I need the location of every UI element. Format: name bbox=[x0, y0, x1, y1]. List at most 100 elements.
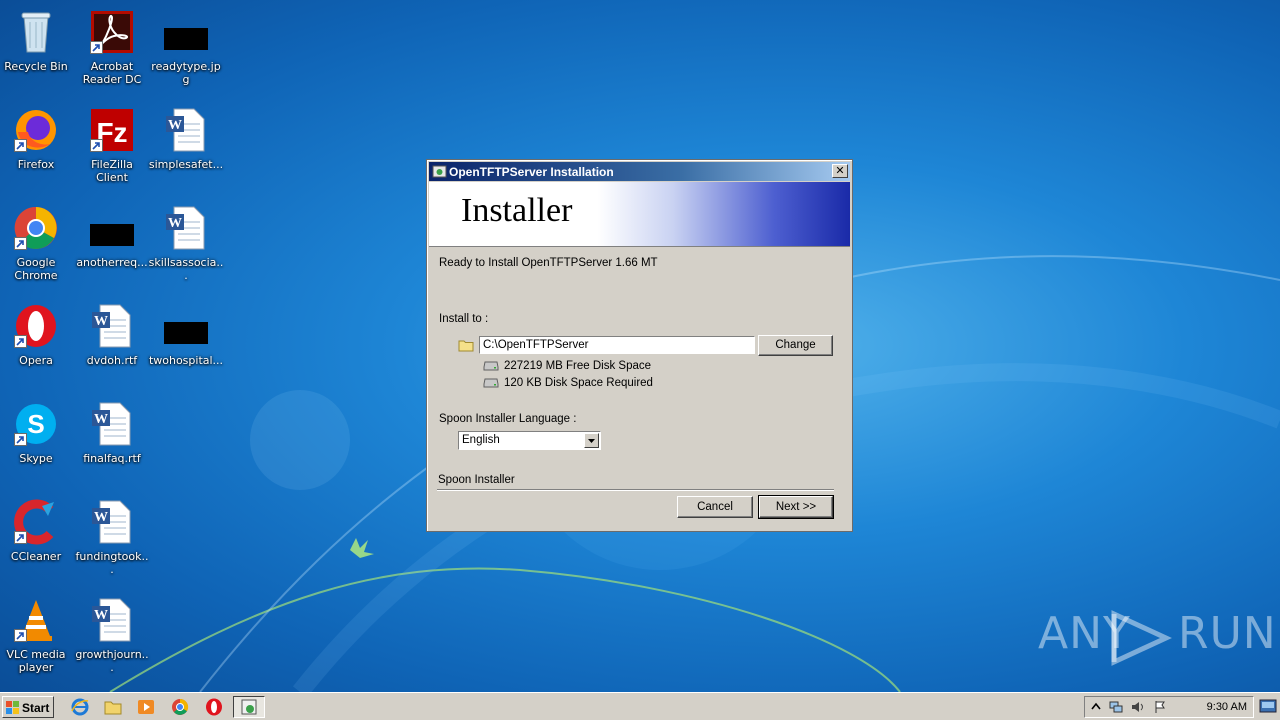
icon-label: CCleaner bbox=[10, 550, 62, 563]
installer-dialog: OpenTFTPServer Installation ✕ Installer … bbox=[426, 159, 853, 532]
desktop-icon-chrome[interactable]: Google Chrome bbox=[0, 204, 74, 282]
chevron-down-icon bbox=[588, 439, 595, 443]
windows-logo-icon bbox=[6, 701, 19, 714]
image-file-icon bbox=[90, 224, 134, 246]
desktop-icon-opera[interactable]: Opera bbox=[0, 302, 74, 367]
media-player-icon[interactable] bbox=[137, 698, 155, 716]
svg-text:W: W bbox=[94, 314, 108, 329]
shortcut-arrow-icon bbox=[14, 629, 27, 642]
shortcut-arrow-icon bbox=[14, 139, 27, 152]
footer-label: Spoon Installer bbox=[438, 474, 515, 486]
banner-title: Installer bbox=[461, 192, 573, 229]
internet-explorer-icon[interactable] bbox=[71, 698, 89, 716]
shortcut-arrow-icon bbox=[14, 531, 27, 544]
shortcut-arrow-icon bbox=[90, 41, 103, 54]
footer-divider bbox=[437, 489, 834, 491]
language-select[interactable]: English bbox=[458, 431, 601, 450]
word-document-icon: W bbox=[92, 500, 131, 544]
shortcut-arrow-icon bbox=[90, 139, 103, 152]
icon-label: Recycle Bin bbox=[4, 60, 68, 73]
svg-text:W: W bbox=[94, 608, 108, 623]
desktop-icon-dvdoh[interactable]: W dvdoh.rtf bbox=[74, 302, 150, 367]
dialog-title: OpenTFTPServer Installation bbox=[449, 165, 614, 179]
action-center-flag-icon[interactable] bbox=[1153, 700, 1167, 714]
installer-taskbar-icon bbox=[241, 699, 257, 715]
desktop-icon-finalfaq[interactable]: W finalfaq.rtf bbox=[74, 400, 150, 465]
cancel-button[interactable]: Cancel bbox=[677, 496, 753, 518]
ready-to-install-text: Ready to Install OpenTFTPServer 1.66 MT bbox=[439, 257, 658, 269]
icon-label: VLC media player bbox=[6, 648, 66, 674]
desktop-icon-acrobat[interactable]: Acrobat Reader DC bbox=[74, 8, 150, 86]
opera-taskbar-icon[interactable] bbox=[205, 698, 223, 716]
free-disk-space-text: 227219 MB Free Disk Space bbox=[504, 360, 652, 372]
desktop-icon-twohospital[interactable]: twohospital... bbox=[148, 302, 224, 367]
show-hidden-icons-icon[interactable] bbox=[1089, 700, 1103, 714]
icon-label: Acrobat Reader DC bbox=[82, 60, 142, 86]
language-label: Spoon Installer Language : bbox=[439, 413, 577, 425]
start-button[interactable]: Start bbox=[2, 696, 54, 718]
chrome-taskbar-icon[interactable] bbox=[171, 698, 189, 716]
next-button[interactable]: Next >> bbox=[758, 495, 834, 519]
watermark-text-right: RUN bbox=[1178, 608, 1277, 659]
word-document-icon: W bbox=[92, 598, 131, 642]
icon-label: Google Chrome bbox=[14, 256, 58, 282]
svg-text:W: W bbox=[168, 118, 182, 133]
svg-text:W: W bbox=[94, 510, 108, 525]
icon-label: twohospital... bbox=[148, 354, 224, 367]
start-label: Start bbox=[22, 701, 50, 715]
icon-label: growthjourn... bbox=[75, 648, 149, 674]
image-file-icon bbox=[164, 28, 208, 50]
desktop-icon-readytype[interactable]: readytype.jpg bbox=[148, 8, 224, 86]
icon-label: Opera bbox=[19, 354, 53, 367]
icon-label: finalfaq.rtf bbox=[83, 452, 141, 465]
desktop-icon-filezilla[interactable]: Fz FileZilla Client bbox=[74, 106, 150, 184]
dialog-titlebar[interactable]: OpenTFTPServer Installation ✕ bbox=[429, 162, 850, 181]
word-document-icon: W bbox=[92, 402, 131, 446]
desktop-icon-skillsassocia[interactable]: W skillsassocia... bbox=[148, 204, 224, 282]
icon-label: simplesafet... bbox=[148, 158, 224, 171]
word-document-icon: W bbox=[166, 206, 205, 250]
image-file-icon bbox=[164, 322, 208, 344]
clock[interactable]: 9:30 AM bbox=[1207, 701, 1247, 713]
desktop-icon-anotherreq[interactable]: anotherreq... bbox=[74, 204, 150, 269]
icon-label: dvdoh.rtf bbox=[86, 354, 138, 367]
dropdown-arrow-button[interactable] bbox=[584, 433, 599, 448]
icon-label: fundingtook... bbox=[75, 550, 149, 576]
svg-text:W: W bbox=[94, 412, 108, 427]
desktop-icon-recycle-bin[interactable]: Recycle Bin bbox=[0, 8, 74, 73]
icon-label: Firefox bbox=[17, 158, 55, 171]
language-selected-value: English bbox=[462, 434, 500, 446]
desktop-icon-fundingtook[interactable]: W fundingtook... bbox=[74, 498, 150, 576]
shortcut-arrow-icon bbox=[14, 433, 27, 446]
play-logo-icon bbox=[1111, 610, 1172, 666]
network-icon[interactable] bbox=[1109, 700, 1123, 714]
icon-label: Skype bbox=[19, 452, 53, 465]
icon-label: skillsassocia... bbox=[148, 256, 224, 282]
shortcut-arrow-icon bbox=[14, 237, 27, 250]
svg-text:W: W bbox=[168, 216, 182, 231]
desktop-icon-vlc[interactable]: VLC media player bbox=[0, 596, 74, 674]
show-desktop-icon[interactable] bbox=[1259, 698, 1277, 714]
desktop-icon-growthjourn[interactable]: W growthjourn... bbox=[74, 596, 150, 674]
icon-label: anotherreq... bbox=[76, 256, 148, 269]
install-path-input[interactable]: C:\OpenTFTPServer bbox=[479, 336, 755, 354]
taskbar: Start 9:30 AM bbox=[0, 692, 1280, 720]
word-document-icon: W bbox=[166, 108, 205, 152]
installer-banner: Installer bbox=[429, 182, 850, 247]
desktop-icon-ccleaner[interactable]: CCleaner bbox=[0, 498, 74, 563]
close-button[interactable]: ✕ bbox=[832, 164, 848, 178]
desktop-icon-skype[interactable]: S Skype bbox=[0, 400, 74, 465]
desktop-icon-simplesafet[interactable]: W simplesafet... bbox=[148, 106, 224, 171]
svg-text:S: S bbox=[27, 409, 44, 439]
shortcut-arrow-icon bbox=[14, 335, 27, 348]
recycle-bin-icon bbox=[21, 12, 51, 53]
volume-icon[interactable] bbox=[1131, 700, 1145, 714]
file-explorer-icon[interactable] bbox=[104, 698, 122, 716]
folder-icon bbox=[458, 340, 474, 352]
desktop-icon-firefox[interactable]: Firefox bbox=[0, 106, 74, 171]
system-tray: 9:30 AM bbox=[1084, 696, 1254, 718]
taskbar-item-installer[interactable] bbox=[233, 696, 265, 718]
icon-label: readytype.jpg bbox=[151, 60, 221, 86]
change-button[interactable]: Change bbox=[758, 335, 833, 356]
required-disk-space-text: 120 KB Disk Space Required bbox=[504, 377, 653, 389]
